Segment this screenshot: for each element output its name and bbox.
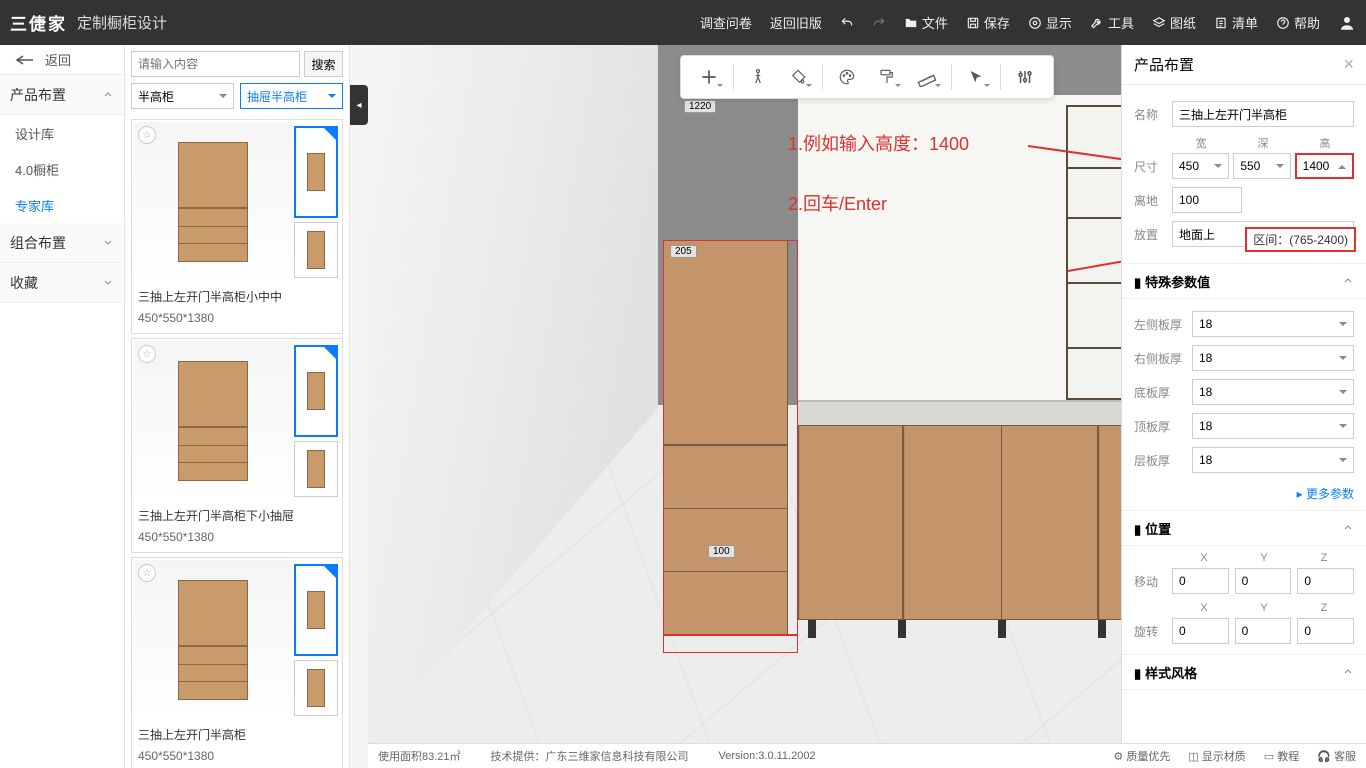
- favorite-icon[interactable]: ☆: [138, 126, 156, 144]
- product-name: 三抽上左开门半高柜下小抽屉: [134, 501, 340, 530]
- tool-bucket[interactable]: [778, 57, 818, 97]
- app-logo: 三倢家: [10, 10, 67, 35]
- tool-ruler[interactable]: [907, 57, 947, 97]
- accordion-style[interactable]: ▮样式风格: [1122, 654, 1366, 690]
- section-favorites[interactable]: 收藏: [0, 263, 124, 303]
- thumb[interactable]: [294, 126, 338, 218]
- favorite-icon[interactable]: ☆: [138, 345, 156, 363]
- tool-roller[interactable]: [867, 57, 907, 97]
- product-dim: 450*550*1380: [134, 749, 340, 768]
- survey-link[interactable]: 调查问卷: [700, 13, 752, 32]
- status-bar: 使用面积83.21㎡ 技术提供：广东三维家信息科技有限公司 Version:3.…: [368, 743, 1366, 768]
- drawing-menu[interactable]: 图纸: [1152, 13, 1196, 32]
- nav-4-0-cabinet[interactable]: 4.0橱柜: [0, 151, 124, 187]
- thumb[interactable]: [294, 441, 338, 497]
- width-field[interactable]: 450: [1172, 153, 1229, 179]
- tool-palette[interactable]: [827, 57, 867, 97]
- accordion-position[interactable]: ▮位置: [1122, 510, 1366, 546]
- left-sidebar: 返回 产品布置 设计库 4.0橱柜 专家库 组合布置 收藏: [0, 45, 125, 768]
- undo-icon[interactable]: [840, 16, 854, 30]
- right-thick-field[interactable]: 18: [1192, 345, 1354, 371]
- display-menu[interactable]: 显示: [1028, 13, 1072, 32]
- viewport-toolbar: [680, 55, 1054, 99]
- dim-label: 100: [708, 545, 735, 558]
- height-field[interactable]: 1400: [1295, 153, 1354, 179]
- left-thick-field[interactable]: 18: [1192, 311, 1354, 337]
- thumb[interactable]: [294, 660, 338, 716]
- redo-icon[interactable]: [872, 16, 886, 30]
- annotation-2: 2.回车/Enter: [788, 190, 887, 216]
- range-tooltip: 区间：(765-2400): [1245, 227, 1356, 252]
- dim-label: 尺寸: [1134, 158, 1166, 175]
- list-menu[interactable]: 清单: [1214, 13, 1258, 32]
- rot-z[interactable]: 0: [1297, 618, 1354, 644]
- search-input[interactable]: [131, 51, 300, 77]
- product-card[interactable]: ☆ 三抽上左开门半高柜小中中 450*550*1380: [131, 119, 343, 334]
- more-params-link[interactable]: ▸ 更多参数: [1122, 481, 1366, 510]
- back-button[interactable]: 返回: [0, 45, 124, 75]
- search-button[interactable]: 搜索: [304, 51, 343, 77]
- shelf-thick-field[interactable]: 18: [1192, 447, 1354, 473]
- tool-settings[interactable]: [1005, 57, 1045, 97]
- name-label: 名称: [1134, 106, 1166, 123]
- place-label: 放置: [1134, 226, 1166, 243]
- accordion-special-params[interactable]: ▮特殊参数值: [1122, 263, 1366, 299]
- area-info: 使用面积83.21㎡: [378, 748, 461, 764]
- close-icon[interactable]: ×: [1343, 54, 1354, 75]
- product-library: 搜索 半高柜 抽屉半高柜 ☆ 三抽上左开门半高柜小中中 450*550*1380…: [125, 45, 350, 768]
- file-menu[interactable]: 文件: [904, 13, 948, 32]
- section-combo-layout[interactable]: 组合布置: [0, 223, 124, 263]
- filter-subcategory[interactable]: 抽屉半高柜: [240, 83, 343, 109]
- tool-walk[interactable]: [738, 57, 778, 97]
- material-toggle[interactable]: ◫ 显示材质: [1188, 748, 1245, 764]
- thumb[interactable]: [294, 345, 338, 437]
- thumb[interactable]: [294, 564, 338, 656]
- rot-y[interactable]: 0: [1235, 618, 1292, 644]
- tool-pointer[interactable]: [956, 57, 996, 97]
- ground-label: 离地: [1134, 192, 1166, 209]
- support-link[interactable]: 🎧 客服: [1317, 748, 1356, 764]
- properties-panel: 产品布置 × 名称 三抽上左开门半高柜 宽深高 尺寸 450 550 1400 …: [1121, 45, 1366, 743]
- old-version-link[interactable]: 返回旧版: [770, 13, 822, 32]
- panel-title: 产品布置: [1134, 54, 1194, 75]
- product-dim: 450*550*1380: [134, 311, 340, 331]
- move-z[interactable]: 0: [1297, 568, 1354, 594]
- section-product-layout[interactable]: 产品布置: [0, 75, 124, 115]
- nav-expert-lib[interactable]: 专家库: [0, 187, 124, 223]
- version-info: Version:3.0.11.2002: [719, 750, 816, 762]
- ground-field[interactable]: 100: [1172, 187, 1242, 213]
- top-thick-field[interactable]: 18: [1192, 413, 1354, 439]
- rot-x[interactable]: 0: [1172, 618, 1229, 644]
- user-icon[interactable]: [1338, 14, 1356, 32]
- annotation-1: 1.例如输入高度：1400: [788, 130, 969, 156]
- product-name: 三抽上左开门半高柜: [134, 720, 340, 749]
- app-title: 定制橱柜设计: [77, 12, 167, 33]
- tool-menu[interactable]: 工具: [1090, 13, 1134, 32]
- help-menu[interactable]: 帮助: [1276, 13, 1320, 32]
- move-y[interactable]: 0: [1235, 568, 1292, 594]
- product-card[interactable]: ☆ 三抽上左开门半高柜 450*550*1380: [131, 557, 343, 768]
- nav-design-lib[interactable]: 设计库: [0, 115, 124, 151]
- product-dim: 450*550*1380: [134, 530, 340, 550]
- favorite-icon[interactable]: ☆: [138, 564, 156, 582]
- save-button[interactable]: 保存: [966, 13, 1010, 32]
- product-name: 三抽上左开门半高柜小中中: [134, 282, 340, 311]
- name-field[interactable]: 三抽上左开门半高柜: [1172, 101, 1354, 127]
- filter-category[interactable]: 半高柜: [131, 83, 234, 109]
- back-label: 返回: [45, 50, 71, 69]
- dim-label: 205: [670, 245, 697, 258]
- quality-toggle[interactable]: ⚙ 质量优先: [1113, 748, 1170, 764]
- tutorial-link[interactable]: ▭ 教程: [1264, 748, 1299, 764]
- thumb[interactable]: [294, 222, 338, 278]
- tool-add[interactable]: [689, 57, 729, 97]
- move-x[interactable]: 0: [1172, 568, 1229, 594]
- dim-label: 1220: [684, 100, 716, 113]
- product-card[interactable]: ☆ 三抽上左开门半高柜下小抽屉 450*550*1380: [131, 338, 343, 553]
- tech-info: 技术提供：广东三维家信息科技有限公司: [491, 748, 689, 764]
- collapse-handle[interactable]: ◂: [350, 85, 368, 125]
- depth-field[interactable]: 550: [1233, 153, 1290, 179]
- bottom-thick-field[interactable]: 18: [1192, 379, 1354, 405]
